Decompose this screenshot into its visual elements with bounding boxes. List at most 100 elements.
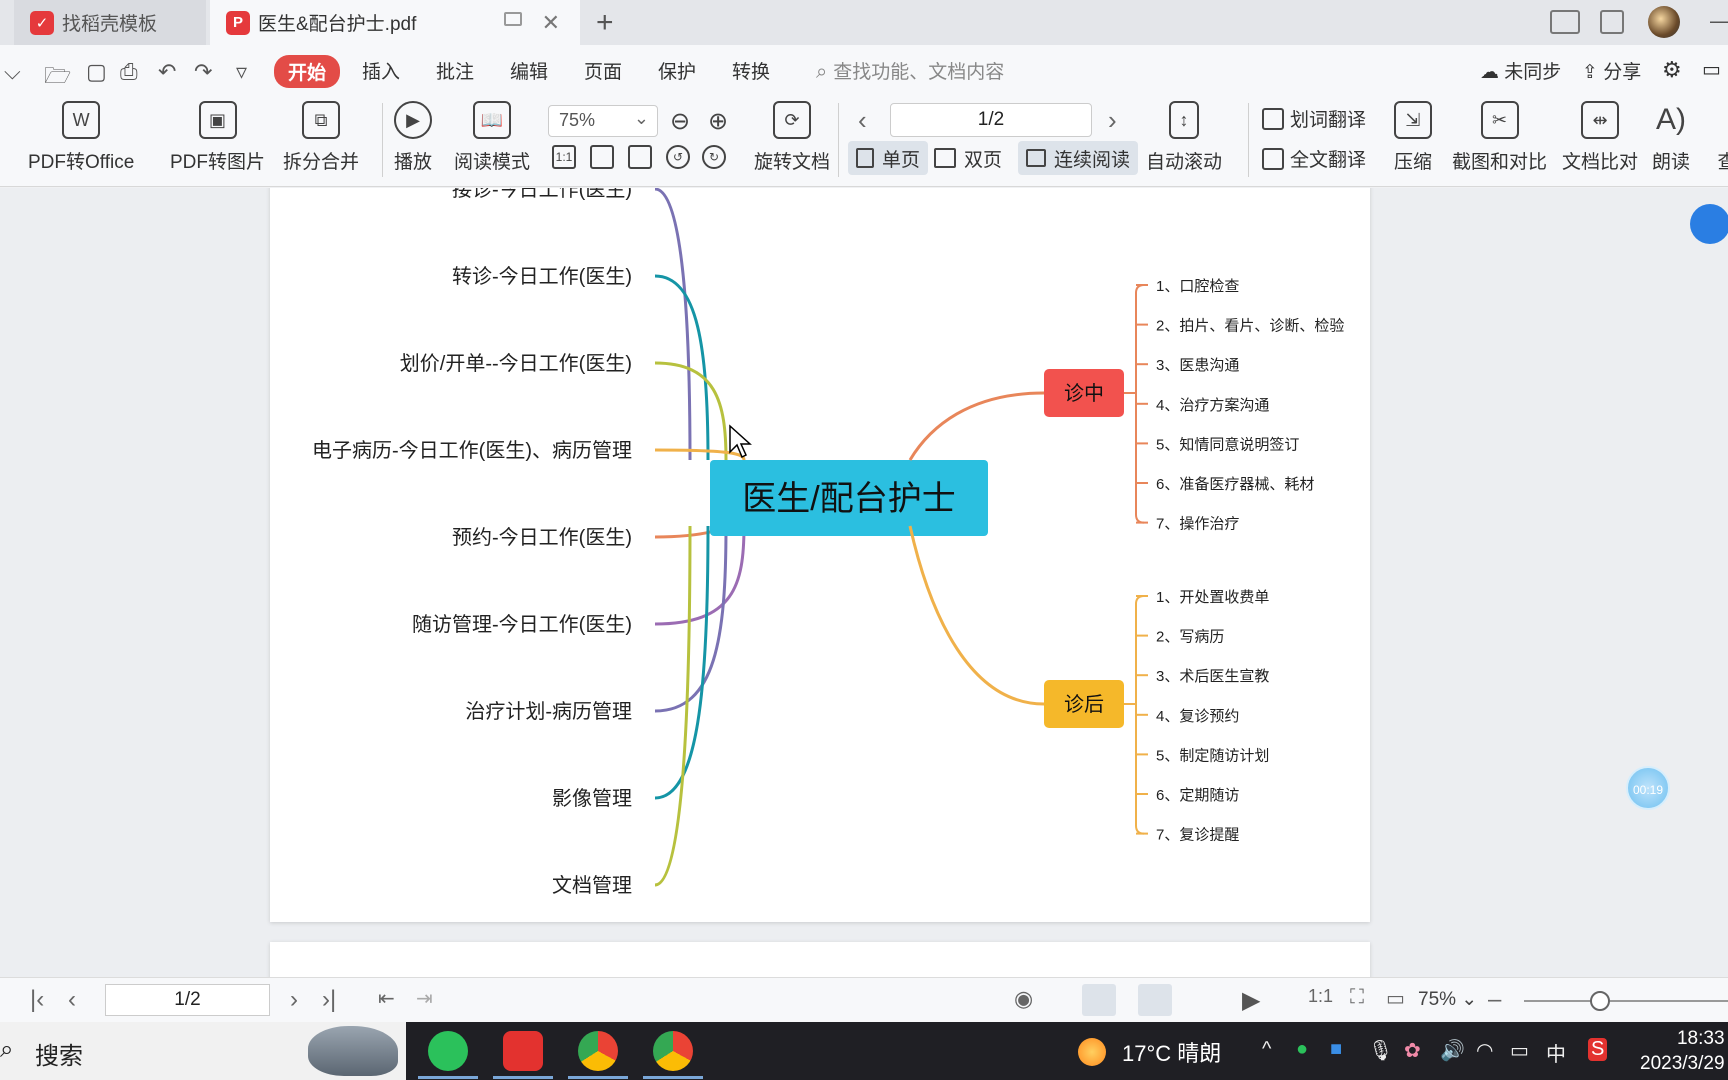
cloud-sync-button[interactable]: ☁ 未同步: [1480, 57, 1561, 84]
menu-page[interactable]: 页面: [584, 57, 622, 84]
zoom-select[interactable]: 75% ⌄: [548, 105, 658, 137]
play-button[interactable]: ▶ 播放: [394, 101, 432, 174]
list-item[interactable]: 4、治疗方案沟通: [1156, 396, 1269, 414]
fit-width-icon[interactable]: ▭: [1386, 986, 1405, 1011]
read-aloud-button[interactable]: A) 朗读: [1652, 101, 1690, 174]
chevron-down-icon[interactable]: ⌵: [4, 59, 21, 85]
previous-page-icon[interactable]: ‹: [68, 986, 76, 1014]
undo-icon[interactable]: ↶: [158, 59, 176, 85]
ime-indicator[interactable]: 中: [1546, 1038, 1566, 1067]
list-item[interactable]: 2、拍片、看片、诊断、检验: [1156, 318, 1344, 335]
menu-convert[interactable]: 转换: [732, 57, 770, 84]
zoom-slider-handle[interactable]: [1590, 991, 1610, 1011]
list-item[interactable]: 6、准备医疗器械、耗材: [1156, 476, 1314, 493]
previous-page-icon[interactable]: ‹: [858, 105, 867, 136]
play-icon[interactable]: ▶: [1242, 986, 1260, 1015]
search-tool-button[interactable]: 查: [1708, 101, 1728, 174]
user-avatar[interactable]: [1648, 6, 1680, 38]
full-translate-button[interactable]: 全文翻译: [1262, 145, 1366, 172]
eye-protection-icon[interactable]: ◉: [1014, 986, 1033, 1012]
list-item[interactable]: 1、开处置收费单: [1156, 589, 1269, 606]
chrome-icon[interactable]: [653, 1031, 693, 1071]
compress-button[interactable]: ⇲ 压缩: [1394, 101, 1432, 174]
customize-icon[interactable]: ▿: [236, 59, 247, 85]
fit-page-icon[interactable]: [590, 145, 614, 169]
window-layout-icon[interactable]: [1550, 10, 1580, 34]
list-item[interactable]: 6、定期随访: [1156, 787, 1239, 804]
menu-insert[interactable]: 插入: [362, 57, 400, 84]
tab-pdf-document[interactable]: P 医生&配台护士.pdf ✕: [210, 0, 580, 45]
read-mode-button[interactable]: 📖 阅读模式: [454, 101, 530, 174]
print-icon[interactable]: ⎙: [120, 59, 138, 85]
single-page-view-button[interactable]: [1138, 984, 1172, 1016]
share-button[interactable]: ⇪ 分享: [1582, 57, 1641, 84]
open-folder-icon[interactable]: 🗁: [44, 59, 71, 97]
list-item[interactable]: 4、复诊预约: [1156, 707, 1239, 725]
continuous-view-button[interactable]: [1082, 984, 1116, 1016]
forward-icon[interactable]: ⇥: [416, 986, 433, 1011]
list-item[interactable]: 3、医患沟通: [1156, 357, 1239, 374]
minimize-icon[interactable]: —: [1710, 8, 1728, 34]
weather-text[interactable]: 17°C 晴朗: [1122, 1036, 1221, 1068]
zoom-out-icon[interactable]: –: [1488, 986, 1501, 1014]
rotate-right-icon[interactable]: ↻: [702, 145, 726, 169]
weather-sun-icon[interactable]: [1078, 1038, 1106, 1066]
split-merge-button[interactable]: ⧉ 拆分合并: [283, 101, 359, 174]
wps-icon[interactable]: [503, 1031, 543, 1071]
branch-label[interactable]: 划价/开单--今日工作(医生): [400, 352, 632, 375]
double-page-button[interactable]: 双页: [926, 141, 1010, 175]
branch-label[interactable]: 文档管理: [552, 874, 632, 897]
page-number-input[interactable]: 1/2: [890, 103, 1092, 137]
gear-icon[interactable]: ⚙: [1662, 57, 1682, 83]
status-zoom-select[interactable]: 75% ⌄: [1418, 988, 1477, 1011]
next-page-icon[interactable]: ›: [1108, 105, 1117, 136]
rotate-left-icon[interactable]: ↺: [666, 145, 690, 169]
branch-label[interactable]: 治疗计划-病历管理: [465, 700, 632, 723]
next-page-icon[interactable]: ›: [290, 986, 298, 1014]
first-page-icon[interactable]: |‹: [30, 986, 44, 1014]
monitor-icon[interactable]: [504, 12, 522, 26]
wifi-icon[interactable]: ◠: [1476, 1038, 1493, 1063]
branch-label[interactable]: 随访管理-今日工作(医生): [412, 613, 632, 636]
continuous-read-button[interactable]: 连续阅读: [1018, 141, 1139, 175]
app-tray-icon[interactable]: ■: [1330, 1038, 1342, 1061]
zoom-slider[interactable]: [1524, 1000, 1728, 1002]
wechat-tray-icon[interactable]: ●: [1296, 1038, 1308, 1061]
branch-label[interactable]: 电子病历-今日工作(医生)、病历管理: [312, 439, 632, 462]
status-page-input[interactable]: 1/2: [105, 984, 270, 1016]
menu-annotate[interactable]: 批注: [436, 57, 474, 84]
fit-page-icon[interactable]: ⛶: [1350, 986, 1364, 1009]
branch-label[interactable]: 影像管理: [552, 787, 632, 810]
double-page-view-button[interactable]: [1176, 984, 1210, 1016]
microphone-icon[interactable]: 🎙: [1368, 1038, 1393, 1063]
tab-docer-templates[interactable]: ✓ 找稻壳模板: [14, 0, 206, 45]
fit-width-icon[interactable]: [628, 145, 652, 169]
redo-icon[interactable]: ↷: [194, 59, 212, 85]
recording-timer[interactable]: 00:19: [1626, 766, 1670, 810]
branch-label[interactable]: 预约-今日工作(医生): [452, 526, 632, 549]
branch-label[interactable]: 接诊-今日工作(医生): [452, 188, 632, 201]
taskbar-search[interactable]: ⌕ 搜索: [0, 1022, 406, 1080]
list-item[interactable]: 3、术后医生宣教: [1156, 668, 1269, 685]
system-clock[interactable]: 18:33 2023/3/29: [1640, 1026, 1725, 1076]
list-item[interactable]: 1、口腔检查: [1156, 278, 1239, 295]
search-input[interactable]: ⌕ 查找功能、文档内容: [816, 57, 1004, 84]
list-item[interactable]: 5、制定随访计划: [1156, 747, 1269, 764]
document-view[interactable]: 接诊-今日工作(医生) 转诊-今日工作(医生) 划价/开单--今日工作(医生) 电子病…: [0, 188, 1728, 977]
chevron-up-icon[interactable]: ^: [1262, 1038, 1271, 1061]
wechat-icon[interactable]: [428, 1031, 468, 1071]
word-translate-button[interactable]: 划词翻译: [1262, 105, 1366, 132]
battery-icon[interactable]: ▭: [1510, 1038, 1529, 1063]
close-tab-icon[interactable]: ✕: [542, 10, 560, 36]
menu-start[interactable]: 开始: [274, 55, 341, 88]
auto-scroll-button[interactable]: ↕ 自动滚动: [1146, 101, 1222, 174]
sogou-icon[interactable]: S: [1588, 1038, 1608, 1061]
chrome-icon[interactable]: [578, 1031, 618, 1071]
single-page-button[interactable]: 单页: [848, 141, 929, 175]
screenshot-compare-button[interactable]: ✂ 截图和对比: [1452, 101, 1547, 174]
message-icon[interactable]: ▭: [1702, 57, 1721, 82]
volume-icon[interactable]: 🔊: [1440, 1038, 1465, 1063]
actual-size-icon[interactable]: 1:1: [552, 145, 576, 169]
rotate-document-button[interactable]: ⟳ 旋转文档: [754, 101, 830, 174]
menu-protect[interactable]: 保护: [658, 57, 696, 84]
